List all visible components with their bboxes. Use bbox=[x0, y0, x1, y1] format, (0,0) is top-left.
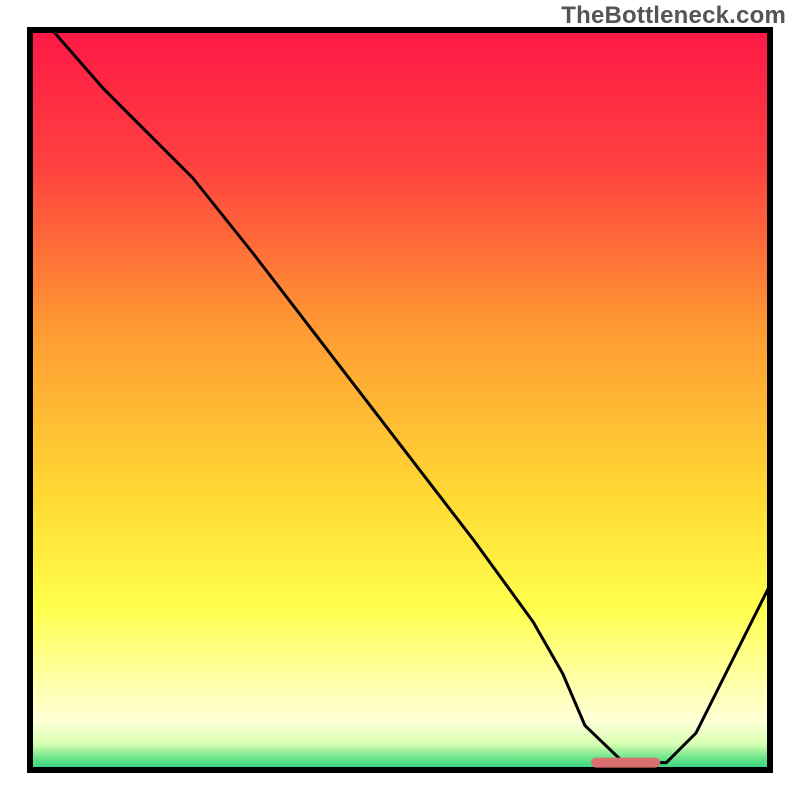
bottleneck-chart bbox=[0, 0, 800, 800]
chart-root: TheBottleneck.com bbox=[0, 0, 800, 800]
watermark-label: TheBottleneck.com bbox=[561, 2, 786, 30]
plot-background bbox=[30, 30, 770, 770]
